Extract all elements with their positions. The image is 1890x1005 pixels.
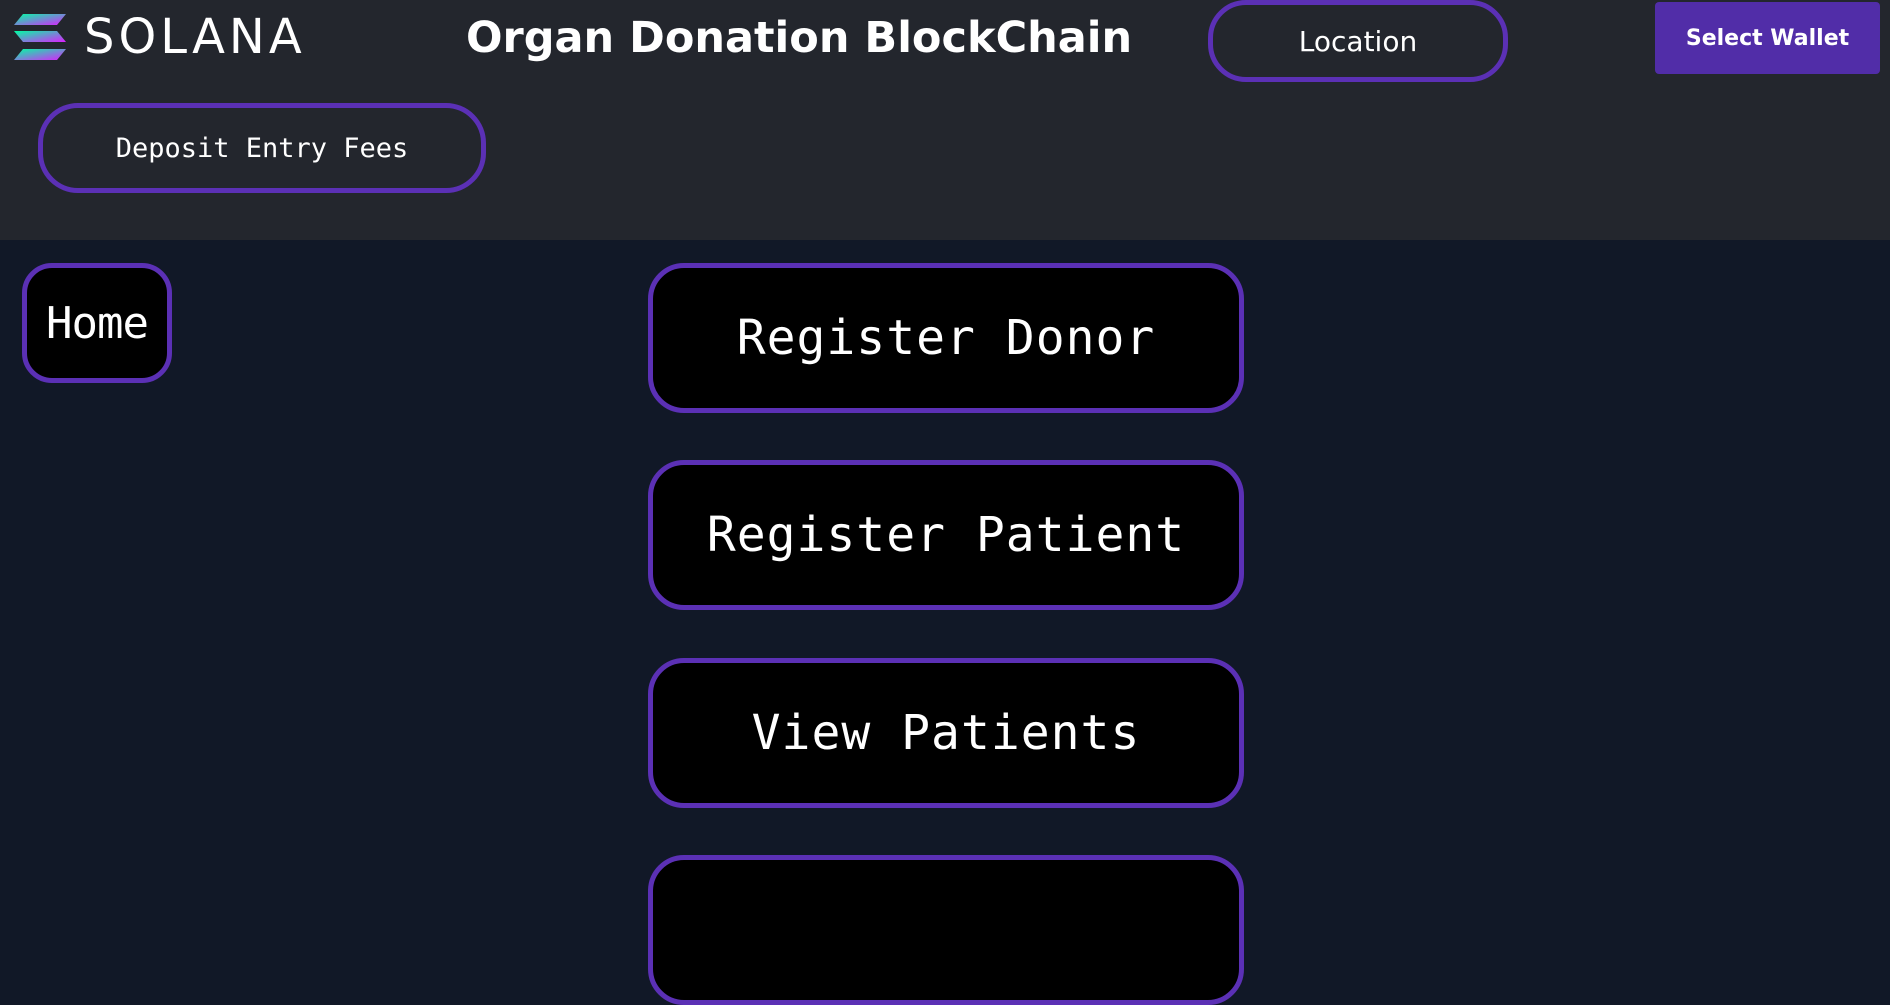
menu-button-partial[interactable] [648, 855, 1244, 1005]
view-patients-button[interactable]: View Patients [648, 658, 1244, 808]
select-wallet-button[interactable]: Select Wallet [1655, 2, 1880, 74]
deposit-entry-fees-button[interactable]: Deposit Entry Fees [38, 103, 486, 193]
home-button[interactable]: Home [22, 263, 172, 383]
solana-logo[interactable]: SOLANA [14, 9, 306, 65]
register-donor-button[interactable]: Register Donor [648, 263, 1244, 413]
register-patient-button[interactable]: Register Patient [648, 460, 1244, 610]
solana-logo-icon [14, 14, 66, 60]
location-button[interactable]: Location [1208, 0, 1508, 82]
top-header: SOLANA Organ Donation BlockChain Locatio… [0, 0, 1890, 240]
page-title: Organ Donation BlockChain [466, 13, 1133, 63]
logo-text: SOLANA [84, 9, 306, 65]
